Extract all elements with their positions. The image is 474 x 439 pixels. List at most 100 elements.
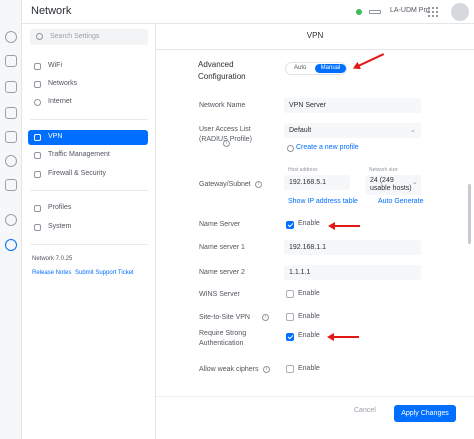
- top-bar: Network LA-UDM Pro ⌄: [22, 0, 474, 24]
- name-server-label: Name Server: [199, 221, 241, 228]
- settings-gear-icon[interactable]: [5, 239, 17, 251]
- checkbox-label: Enable: [298, 220, 320, 227]
- alerts-icon[interactable]: [5, 214, 17, 226]
- name-server-checkbox[interactable]: [286, 221, 294, 229]
- info-icon[interactable]: i: [262, 314, 269, 321]
- vpn-settings-panel: VPN Advanced Configuration Auto Manual N…: [156, 24, 474, 439]
- allow-weak-ciphers-checkbox[interactable]: [286, 365, 294, 373]
- sidebar-divider: [30, 119, 148, 120]
- host-address-label: Host address: [288, 167, 318, 173]
- name-server-2-input[interactable]: 1.1.1.1: [284, 265, 421, 280]
- create-new-profile-link[interactable]: Create a new profile: [296, 144, 359, 151]
- clients-icon[interactable]: [5, 107, 17, 119]
- sidebar-item-firewall-security[interactable]: Firewall & Security: [28, 167, 148, 182]
- cancel-button[interactable]: Cancel: [354, 407, 376, 414]
- require-strong-authentication-checkbox[interactable]: [286, 333, 294, 341]
- sidebar-item-label: Firewall & Security: [48, 170, 106, 177]
- user-avatar[interactable]: [451, 3, 469, 21]
- show-ip-address-table-link[interactable]: Show IP address table: [288, 198, 358, 205]
- sidebar-item-label: System: [48, 223, 72, 230]
- app-rail: [0, 0, 22, 439]
- annotation-arrow: [327, 333, 359, 341]
- sidebar-item-label: WiFi: [48, 62, 62, 69]
- firewall-icon: [34, 171, 41, 178]
- profiles-icon: [34, 205, 41, 212]
- app-grid-icon[interactable]: [428, 7, 438, 17]
- devices-icon[interactable]: [5, 81, 17, 93]
- user-access-list-label: User Access List (RADIUS Profile): [199, 126, 252, 143]
- advanced-option-manual[interactable]: Manual: [315, 64, 346, 73]
- topology-icon[interactable]: [5, 55, 17, 67]
- info-icon[interactable]: i: [223, 140, 230, 147]
- sidebar-item-system[interactable]: System: [28, 220, 148, 235]
- site-to-site-vpn-label: Site-to-Site VPN: [199, 314, 250, 321]
- security-icon[interactable]: [5, 179, 17, 191]
- sidebar-item-label: Traffic Management: [48, 151, 110, 158]
- sidebar-item-traffic-management[interactable]: Traffic Management: [28, 148, 148, 163]
- settings-sidebar: Search Settings WiFi Networks Internet V…: [22, 24, 156, 439]
- advanced-configuration-toggle[interactable]: Auto Manual: [285, 62, 347, 75]
- gateway-device-icon: [369, 10, 381, 14]
- footer-divider: [156, 396, 474, 397]
- auto-generate-link[interactable]: Auto Generate: [378, 198, 424, 205]
- name-server-1-label: Name server 1: [199, 244, 245, 251]
- apply-changes-button[interactable]: Apply Changes: [394, 405, 456, 422]
- wins-server-checkbox[interactable]: [286, 290, 294, 298]
- wins-server-label: WINS Server: [199, 291, 240, 298]
- traffic-icon: [34, 152, 41, 159]
- sidebar-item-label: Networks: [48, 80, 78, 87]
- sidebar-item-profiles[interactable]: Profiles: [28, 201, 148, 216]
- sidebar-item-networks[interactable]: Networks: [28, 77, 148, 92]
- info-icon[interactable]: i: [255, 181, 262, 188]
- internet-icon: [34, 99, 41, 106]
- name-server-1-input[interactable]: 192.168.1.1: [284, 240, 421, 255]
- network-name-input[interactable]: VPN Server: [284, 98, 421, 113]
- checkbox-label: Enable: [298, 332, 320, 339]
- sidebar-divider: [30, 244, 148, 245]
- advanced-configuration-label: Advanced Configuration: [198, 60, 246, 81]
- info-icon[interactable]: i: [263, 366, 270, 373]
- checkbox-label: Enable: [298, 290, 320, 297]
- sidebar-item-internet[interactable]: Internet: [28, 95, 148, 110]
- gateway-subnet-label: Gateway/Subnet: [199, 181, 251, 188]
- sidebar-item-wifi[interactable]: WiFi: [28, 59, 148, 74]
- search-icon: [36, 33, 43, 40]
- search-placeholder: Search Settings: [50, 33, 100, 40]
- page-title: VPN: [306, 31, 324, 40]
- sidebar-item-label: Profiles: [48, 204, 72, 211]
- title-divider: [156, 49, 474, 50]
- submit-support-ticket-link[interactable]: Submit Support Ticket: [75, 270, 134, 276]
- annotation-arrow: [357, 53, 385, 67]
- networks-icon: [34, 81, 41, 88]
- allow-weak-ciphers-label: Allow weak ciphers: [199, 366, 259, 373]
- settings-search-input[interactable]: Search Settings: [30, 29, 148, 45]
- online-status-dot: [356, 9, 362, 15]
- network-size-label: Network size: [369, 167, 398, 173]
- dashboard-icon[interactable]: [5, 31, 17, 43]
- app-window: Network LA-UDM Pro ⌄ Search Settings WiF…: [0, 0, 474, 439]
- insights-icon[interactable]: [5, 155, 17, 167]
- scrollbar[interactable]: [468, 184, 471, 244]
- release-notes-link[interactable]: Release Notes: [32, 270, 71, 276]
- statistics-icon[interactable]: [5, 131, 17, 143]
- sidebar-divider: [30, 190, 148, 191]
- site-to-site-vpn-checkbox[interactable]: [286, 313, 294, 321]
- system-icon: [34, 224, 41, 231]
- checkbox-label: Enable: [298, 313, 320, 320]
- vpn-icon: [34, 134, 41, 141]
- user-access-list-select[interactable]: Default: [284, 123, 421, 138]
- app-title: Network: [31, 5, 72, 17]
- name-server-2-label: Name server 2: [199, 269, 245, 276]
- annotation-arrow: [328, 222, 360, 230]
- sidebar-item-vpn[interactable]: VPN: [28, 130, 148, 145]
- checkbox-label: Enable: [298, 365, 320, 372]
- require-strong-authentication-label: Require Strong Authentication: [199, 330, 247, 347]
- network-name-label: Network Name: [199, 102, 246, 109]
- sidebar-item-label: VPN: [48, 133, 63, 140]
- chevron-down-icon: ⌄: [412, 179, 418, 186]
- sidebar-item-label: Internet: [48, 98, 72, 105]
- chevron-down-icon: ⌄: [410, 127, 416, 134]
- host-address-input[interactable]: 192.168.5.1: [284, 175, 350, 190]
- add-icon: [287, 145, 294, 152]
- advanced-option-auto[interactable]: Auto: [294, 65, 306, 71]
